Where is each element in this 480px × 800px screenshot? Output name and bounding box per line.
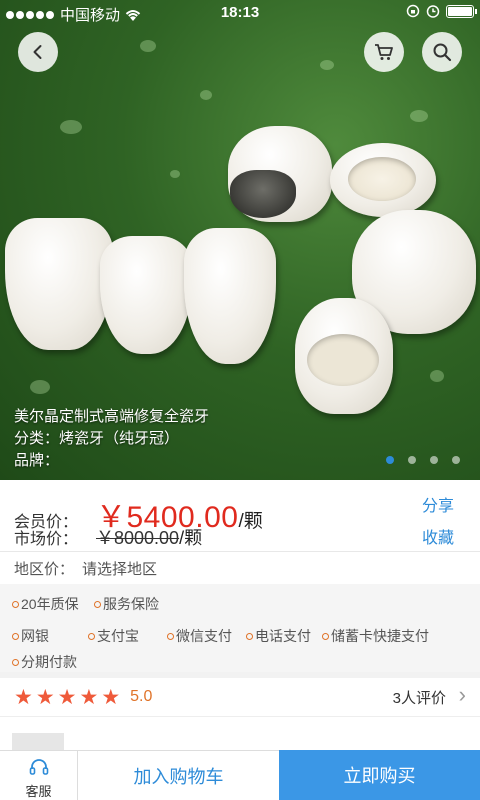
shopping-cart-icon bbox=[375, 44, 393, 60]
cart-button[interactable] bbox=[364, 32, 404, 72]
star-rating: ★ ★ ★ ★ ★ bbox=[14, 687, 120, 708]
star-icon: ★ bbox=[101, 685, 121, 709]
pager-dot[interactable] bbox=[452, 456, 460, 464]
tooth-crown bbox=[184, 228, 276, 364]
chevron-right-icon: › bbox=[458, 682, 466, 707]
tag-payment: 微信支付 bbox=[167, 626, 232, 646]
star-icon: ★ bbox=[57, 685, 77, 709]
tooth-crown bbox=[100, 236, 192, 354]
customer-service-button[interactable]: 客服 bbox=[0, 750, 78, 800]
tooth-crown-cap bbox=[330, 143, 436, 217]
check-icon bbox=[12, 632, 19, 640]
product-category: 分类：烤瓷牙（纯牙冠） bbox=[14, 430, 180, 447]
add-to-cart-button[interactable]: 加入购物车 bbox=[78, 750, 279, 800]
service-tags: 20年质保 服务保险 网银 支付宝 微信支付 电话支付 储蓄卡快捷支付 分期付款 bbox=[0, 584, 480, 672]
chevron-left-icon bbox=[33, 45, 42, 59]
tag-payment: 电话支付 bbox=[246, 626, 311, 646]
status-bar: 中国移动 18:13 bbox=[0, 0, 480, 26]
tooth-crown bbox=[5, 218, 113, 350]
tag-insurance: 服务保险 bbox=[94, 594, 159, 614]
battery-icon bbox=[446, 4, 477, 18]
buy-now-button[interactable]: 立即购买 bbox=[279, 750, 480, 800]
customer-service-label: 客服 bbox=[25, 784, 52, 799]
rotation-lock-icon bbox=[406, 4, 420, 18]
bottom-action-bar: 客服 加入购物车 立即购买 bbox=[0, 750, 480, 800]
check-icon bbox=[322, 632, 329, 640]
member-price-unit: /颗 bbox=[238, 511, 263, 532]
check-icon bbox=[94, 600, 101, 608]
star-icon: ★ bbox=[14, 685, 33, 709]
carousel-pager[interactable] bbox=[386, 456, 460, 464]
product-brand: 品牌： bbox=[14, 452, 60, 469]
review-count: 3人评价 bbox=[392, 689, 446, 707]
tag-payment: 网银 bbox=[12, 626, 49, 646]
market-price: ￥8000.00 bbox=[96, 528, 180, 548]
tag-payment: 分期付款 bbox=[12, 652, 77, 672]
tag-warranty: 20年质保 bbox=[12, 594, 79, 614]
check-icon bbox=[167, 632, 174, 640]
tooth-crown-cap bbox=[295, 298, 393, 414]
pager-dot[interactable] bbox=[386, 456, 394, 464]
product-caption: 美尔晶定制式高端修复全瓷牙 分类：烤瓷牙（纯牙冠） 品牌： bbox=[14, 406, 209, 472]
product-title: 美尔晶定制式高端修复全瓷牙 bbox=[14, 408, 210, 425]
share-button[interactable]: 分享 bbox=[422, 492, 454, 516]
star-icon: ★ bbox=[35, 685, 55, 709]
search-icon bbox=[433, 43, 452, 62]
check-icon bbox=[88, 632, 95, 640]
rating-row[interactable]: ★ ★ ★ ★ ★ 5.0 3人评价 › bbox=[0, 678, 480, 716]
review-preview[interactable] bbox=[0, 716, 480, 753]
search-button[interactable] bbox=[422, 32, 462, 72]
tag-payment: 储蓄卡快捷支付 bbox=[322, 626, 429, 646]
market-price-label: 市场价： bbox=[14, 531, 79, 548]
rating-score: 5.0 bbox=[130, 688, 153, 705]
tag-payment: 支付宝 bbox=[88, 626, 139, 646]
alarm-icon bbox=[426, 5, 440, 18]
check-icon bbox=[12, 600, 19, 608]
market-price-row: 市场价： ￥8000.00 /颗 bbox=[14, 524, 202, 550]
region-selector[interactable]: 地区价： 请选择地区 bbox=[0, 551, 480, 584]
back-button[interactable] bbox=[18, 32, 58, 72]
pager-dot[interactable] bbox=[430, 456, 438, 464]
headset-icon bbox=[29, 759, 49, 775]
check-icon bbox=[12, 658, 19, 666]
star-icon: ★ bbox=[79, 685, 99, 709]
favorite-button[interactable]: 收藏 bbox=[422, 524, 454, 548]
tooth-crown-metal bbox=[228, 126, 332, 222]
region-label: 地区价： bbox=[14, 561, 75, 578]
market-price-unit: /颗 bbox=[179, 528, 203, 548]
region-value: 请选择地区 bbox=[82, 561, 158, 578]
check-icon bbox=[246, 632, 253, 640]
pager-dot[interactable] bbox=[408, 456, 416, 464]
